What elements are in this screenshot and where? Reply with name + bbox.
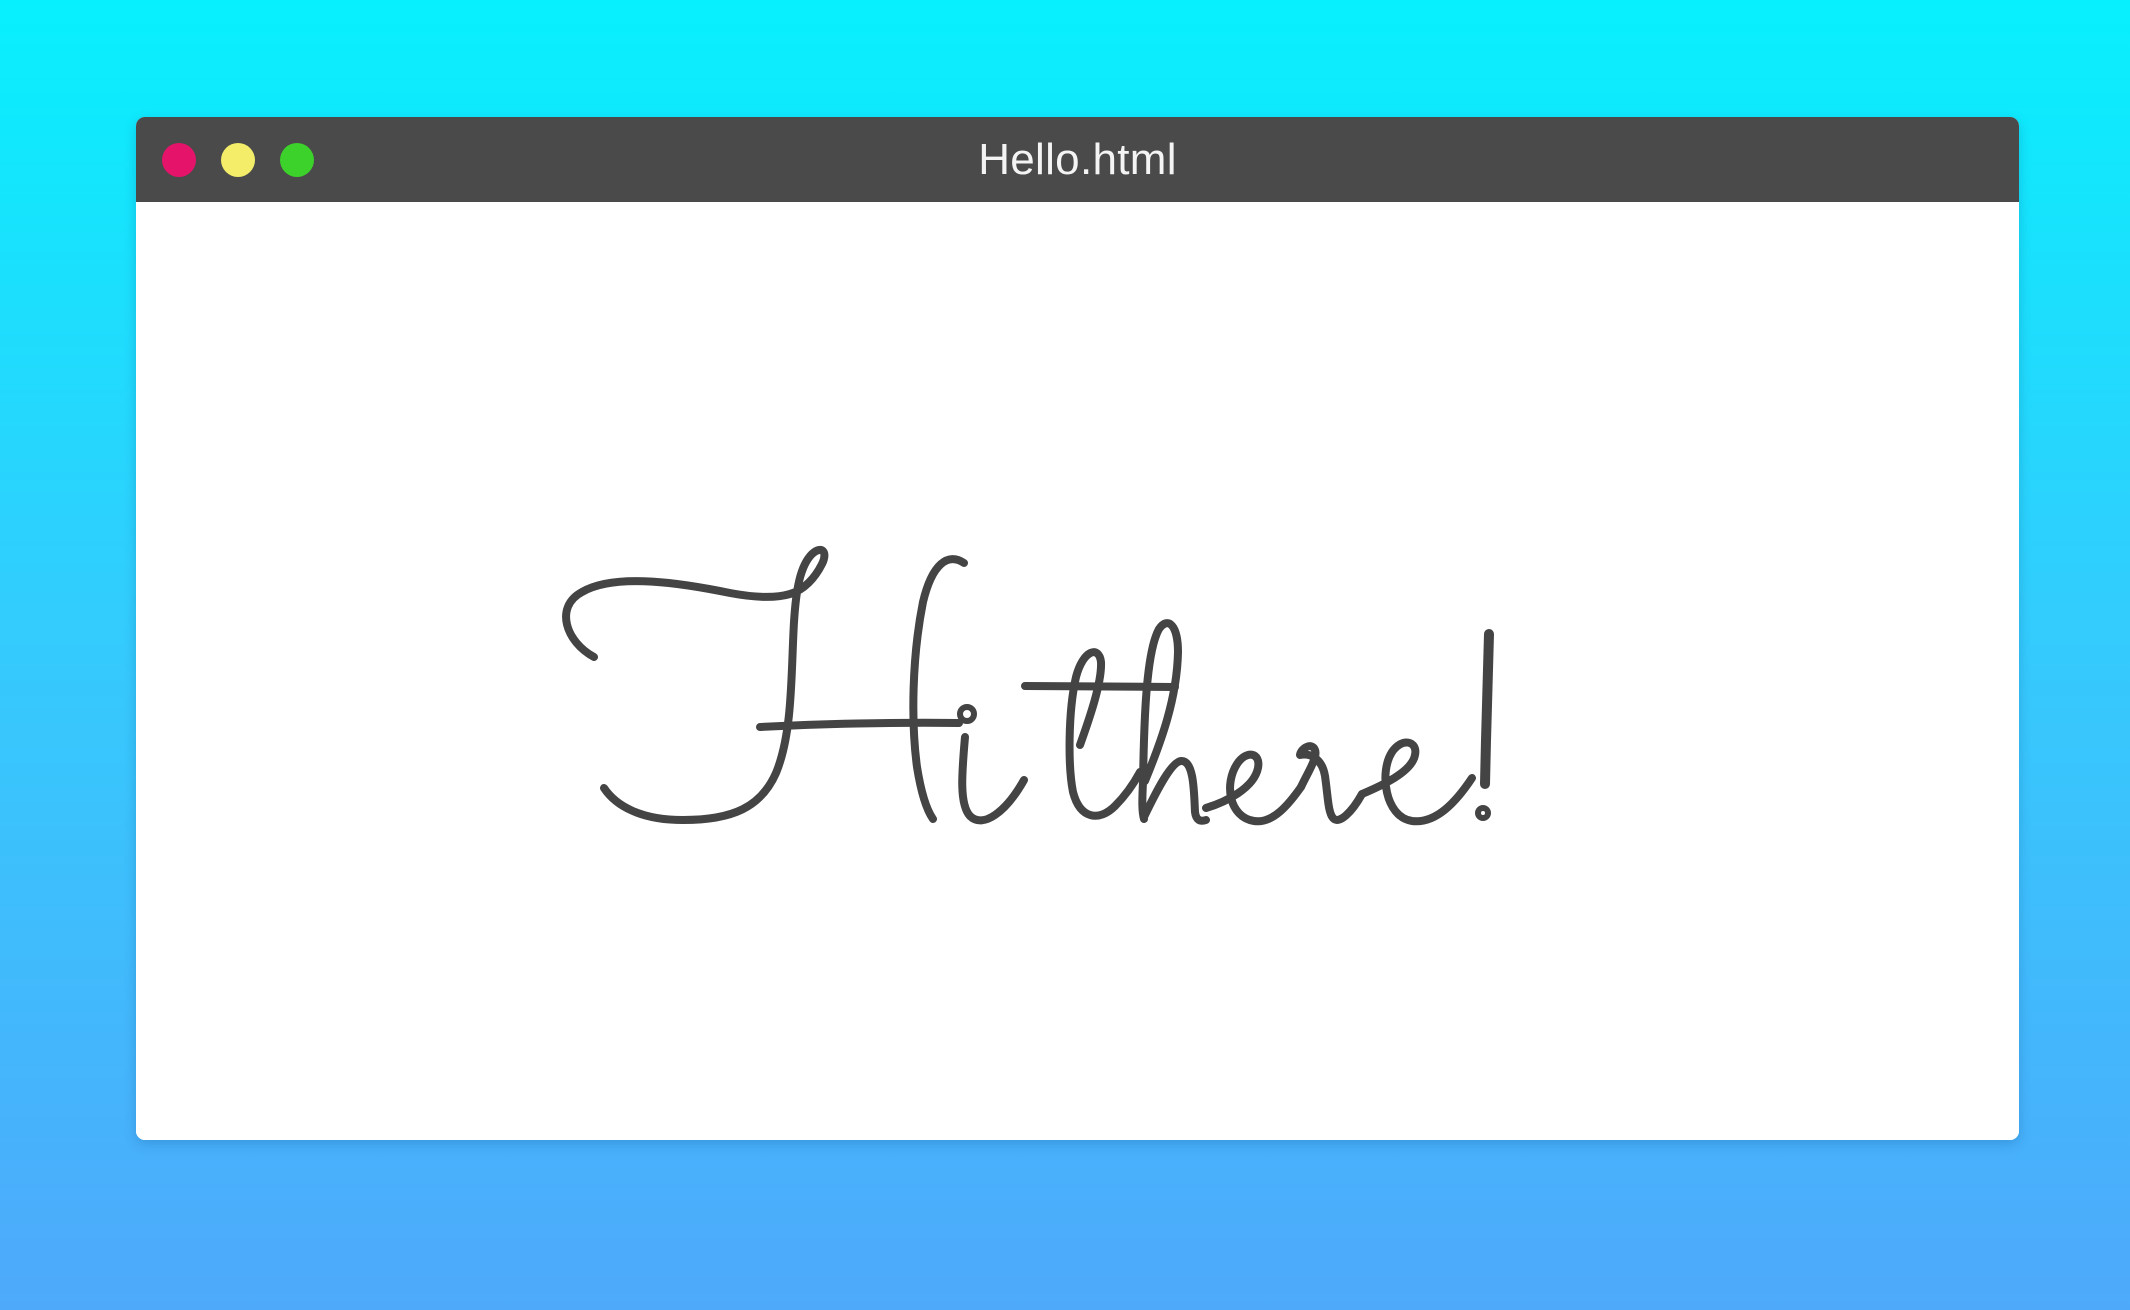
letter-h-right-stem [909,555,968,823]
greeting-lettering: Hi there! [136,202,2019,1140]
letter-h-top-swash [562,546,829,824]
window-titlebar[interactable]: Hello.html [136,117,2019,202]
letter-i-stem [958,733,1028,825]
letter-r [1296,742,1366,824]
letter-e1 [1202,750,1305,826]
handwritten-greeting-svg [562,546,1494,826]
exclamation-stroke [1480,629,1494,789]
browser-window: Hello.html Hi there! [136,117,2019,1140]
letter-e2 [1358,738,1476,826]
window-title: Hello.html [978,135,1177,184]
page-content: Hi there! [136,202,2019,1140]
letter-i-dot [957,704,977,724]
exclamation-dot [1475,805,1491,821]
letter-t-loop [1065,648,1144,820]
letter-h-crossbar [756,718,963,731]
